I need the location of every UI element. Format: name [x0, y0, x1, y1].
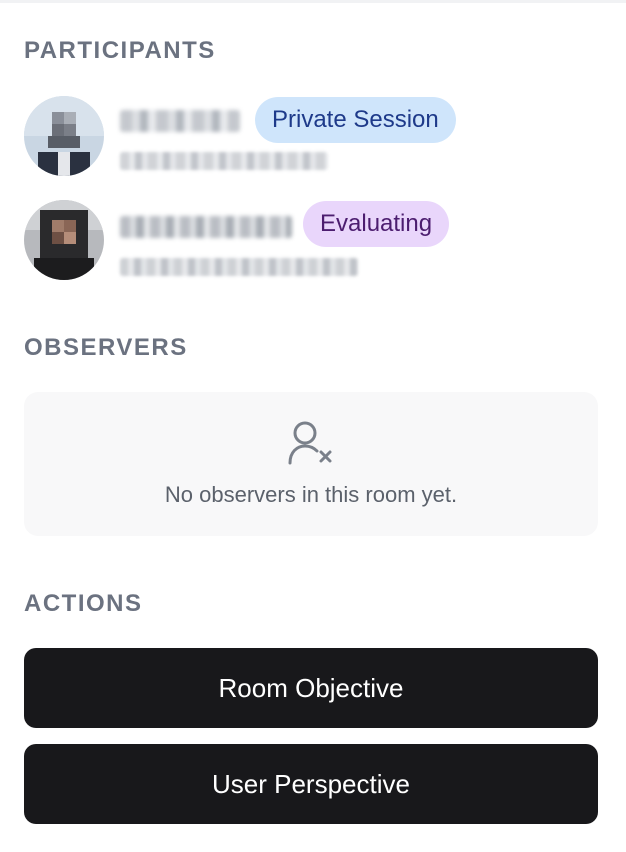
room-sidebar-panel: PARTICIPANTS Private Session Evaluating …	[0, 0, 626, 852]
status-badge: Evaluating	[303, 201, 450, 247]
avatar-image	[24, 96, 104, 176]
participant-name-redacted	[120, 110, 240, 132]
participant-item[interactable]: Evaluating	[24, 200, 584, 280]
avatar-image	[24, 200, 104, 280]
room-objective-button[interactable]: Room Objective	[24, 648, 598, 728]
participants-heading: PARTICIPANTS	[24, 37, 216, 64]
user-perspective-button[interactable]: User Perspective	[24, 744, 598, 824]
observers-empty-state: No observers in this room yet.	[24, 392, 598, 536]
participant-id-redacted	[120, 258, 358, 276]
participant-item[interactable]: Private Session	[24, 96, 584, 176]
avatar	[24, 200, 104, 280]
avatar	[24, 96, 104, 176]
user-x-icon	[288, 421, 332, 465]
participant-name-redacted	[120, 216, 292, 238]
observers-heading: OBSERVERS	[24, 334, 188, 361]
status-badge: Private Session	[255, 97, 456, 143]
actions-heading: ACTIONS	[24, 590, 143, 617]
empty-observers-message: No observers in this room yet.	[164, 482, 458, 507]
participant-id-redacted	[120, 152, 328, 170]
top-divider	[0, 0, 626, 3]
